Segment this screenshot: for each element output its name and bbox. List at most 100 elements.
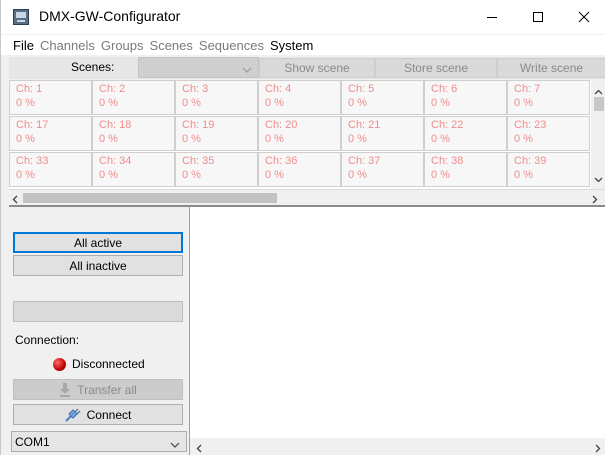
channel-value: 0 % bbox=[99, 169, 118, 181]
channel-value: 0 % bbox=[99, 133, 118, 145]
status-text: Disconnected bbox=[72, 357, 145, 371]
channel-value: 0 % bbox=[514, 133, 533, 145]
channel-value: 0 % bbox=[99, 97, 118, 109]
channel-name: Ch: 2 bbox=[99, 83, 126, 95]
channel-name: Ch: 33 bbox=[16, 155, 49, 167]
minimize-icon bbox=[487, 17, 497, 18]
scenes-dropdown[interactable] bbox=[138, 57, 259, 78]
channel-value: 0 % bbox=[16, 97, 35, 109]
channel-cell[interactable]: Ch: 36 0 % bbox=[258, 152, 341, 187]
all-active-button[interactable]: All active bbox=[13, 232, 183, 253]
channel-cell[interactable]: Ch: 35 0 % bbox=[175, 152, 258, 187]
channel-name: Ch: 19 bbox=[182, 119, 215, 131]
control-panel: All active All inactive Connection: Disc… bbox=[9, 207, 189, 455]
channel-value: 0 % bbox=[431, 169, 450, 181]
scenes-toolbar: Scenes: Show scene Store scene Write sce… bbox=[9, 57, 605, 79]
content-horizontal-scrollbar[interactable] bbox=[190, 438, 605, 455]
channel-cell[interactable]: Ch: 3 0 % bbox=[175, 80, 258, 115]
channel-name: Ch: 37 bbox=[348, 155, 381, 167]
channel-value: 0 % bbox=[265, 169, 284, 181]
channel-cell[interactable]: Ch: 17 0 % bbox=[9, 116, 92, 151]
scrollbar-thumb[interactable] bbox=[594, 97, 604, 111]
show-scene-button[interactable]: Show scene bbox=[259, 58, 375, 78]
channel-name: Ch: 35 bbox=[182, 155, 215, 167]
store-scene-button[interactable]: Store scene bbox=[375, 58, 497, 78]
channel-cell[interactable]: Ch: 38 0 % bbox=[424, 152, 507, 187]
channel-horizontal-scrollbar[interactable] bbox=[9, 189, 605, 205]
channel-value: 0 % bbox=[265, 97, 284, 109]
channel-cell[interactable]: Ch: 23 0 % bbox=[507, 116, 590, 151]
channel-cell[interactable]: Ch: 18 0 % bbox=[92, 116, 175, 151]
channel-cell[interactable]: Ch: 34 0 % bbox=[92, 152, 175, 187]
channel-cell[interactable]: Ch: 37 0 % bbox=[341, 152, 424, 187]
channel-value: 0 % bbox=[182, 133, 201, 145]
transfer-icon bbox=[59, 382, 71, 397]
channel-value: 0 % bbox=[348, 97, 367, 109]
channel-value: 0 % bbox=[431, 97, 450, 109]
scroll-right-icon[interactable] bbox=[595, 442, 601, 455]
write-scene-button[interactable]: Write scene bbox=[497, 58, 605, 78]
channel-cell[interactable]: Ch: 5 0 % bbox=[341, 80, 424, 115]
channel-value: 0 % bbox=[348, 169, 367, 181]
maximize-icon bbox=[533, 12, 543, 22]
menu-scenes[interactable]: Scenes bbox=[150, 38, 193, 53]
channel-cell[interactable]: Ch: 2 0 % bbox=[92, 80, 175, 115]
menu-groups[interactable]: Groups bbox=[101, 38, 144, 53]
menu-channels[interactable]: Channels bbox=[40, 38, 95, 53]
all-inactive-button[interactable]: All inactive bbox=[13, 255, 183, 276]
channel-name: Ch: 36 bbox=[265, 155, 298, 167]
menu-system[interactable]: System bbox=[270, 38, 313, 53]
title-bar[interactable]: DMX-GW-Configurator bbox=[1, 0, 605, 34]
channel-cell[interactable]: Ch: 19 0 % bbox=[175, 116, 258, 151]
channel-name: Ch: 1 bbox=[16, 83, 43, 95]
channel-name: Ch: 5 bbox=[348, 83, 375, 95]
app-icon bbox=[13, 9, 29, 25]
connect-button[interactable]: Connect bbox=[13, 404, 183, 425]
connection-status: Disconnected bbox=[53, 357, 145, 371]
channel-cell[interactable]: Ch: 21 0 % bbox=[341, 116, 424, 151]
chevron-down-icon bbox=[242, 63, 252, 77]
channel-value: 0 % bbox=[514, 97, 533, 109]
menu-file[interactable]: File bbox=[13, 38, 34, 53]
scroll-up-icon[interactable] bbox=[594, 84, 603, 98]
channel-name: Ch: 3 bbox=[182, 83, 209, 95]
channel-value: 0 % bbox=[16, 169, 35, 181]
channel-name: Ch: 22 bbox=[431, 119, 464, 131]
scroll-down-icon[interactable] bbox=[594, 172, 603, 186]
connect-label: Connect bbox=[86, 407, 132, 422]
channel-cell[interactable]: Ch: 1 0 % bbox=[9, 80, 92, 115]
blank-field bbox=[13, 301, 183, 322]
scrollbar-thumb[interactable] bbox=[23, 193, 277, 203]
channel-value: 0 % bbox=[16, 133, 35, 145]
channel-name: Ch: 21 bbox=[348, 119, 381, 131]
channel-name: Ch: 6 bbox=[431, 83, 458, 95]
channel-cell[interactable]: Ch: 33 0 % bbox=[9, 152, 92, 187]
chevron-down-icon bbox=[170, 438, 180, 452]
status-led-icon bbox=[53, 357, 66, 371]
channel-name: Ch: 17 bbox=[16, 119, 49, 131]
channel-cell[interactable]: Ch: 22 0 % bbox=[424, 116, 507, 151]
channel-name: Ch: 4 bbox=[265, 83, 292, 95]
channel-vertical-scrollbar[interactable] bbox=[591, 80, 605, 189]
transfer-all-label: Transfer all bbox=[77, 382, 137, 397]
close-button[interactable] bbox=[561, 0, 605, 34]
channel-cell[interactable]: Ch: 6 0 % bbox=[424, 80, 507, 115]
channel-cell[interactable]: Ch: 39 0 % bbox=[507, 152, 590, 187]
connection-label: Connection: bbox=[15, 333, 80, 347]
port-dropdown[interactable]: COM1 bbox=[11, 431, 187, 452]
minimize-button[interactable] bbox=[469, 0, 515, 34]
channel-value: 0 % bbox=[348, 133, 367, 145]
channel-value: 0 % bbox=[182, 97, 201, 109]
menu-sequences[interactable]: Sequences bbox=[199, 38, 264, 53]
channel-name: Ch: 23 bbox=[514, 119, 547, 131]
transfer-all-button[interactable]: Transfer all bbox=[13, 379, 183, 400]
maximize-button[interactable] bbox=[515, 0, 561, 34]
channel-cell[interactable]: Ch: 4 0 % bbox=[258, 80, 341, 115]
channel-cell[interactable]: Ch: 20 0 % bbox=[258, 116, 341, 151]
menu-bar: File Channels Groups Scenes Sequences Sy… bbox=[1, 35, 605, 55]
content-panel bbox=[189, 207, 605, 455]
channel-cell[interactable]: Ch: 7 0 % bbox=[507, 80, 590, 115]
channel-value: 0 % bbox=[514, 169, 533, 181]
port-selected: COM1 bbox=[15, 434, 50, 449]
scroll-left-icon[interactable] bbox=[196, 442, 202, 455]
